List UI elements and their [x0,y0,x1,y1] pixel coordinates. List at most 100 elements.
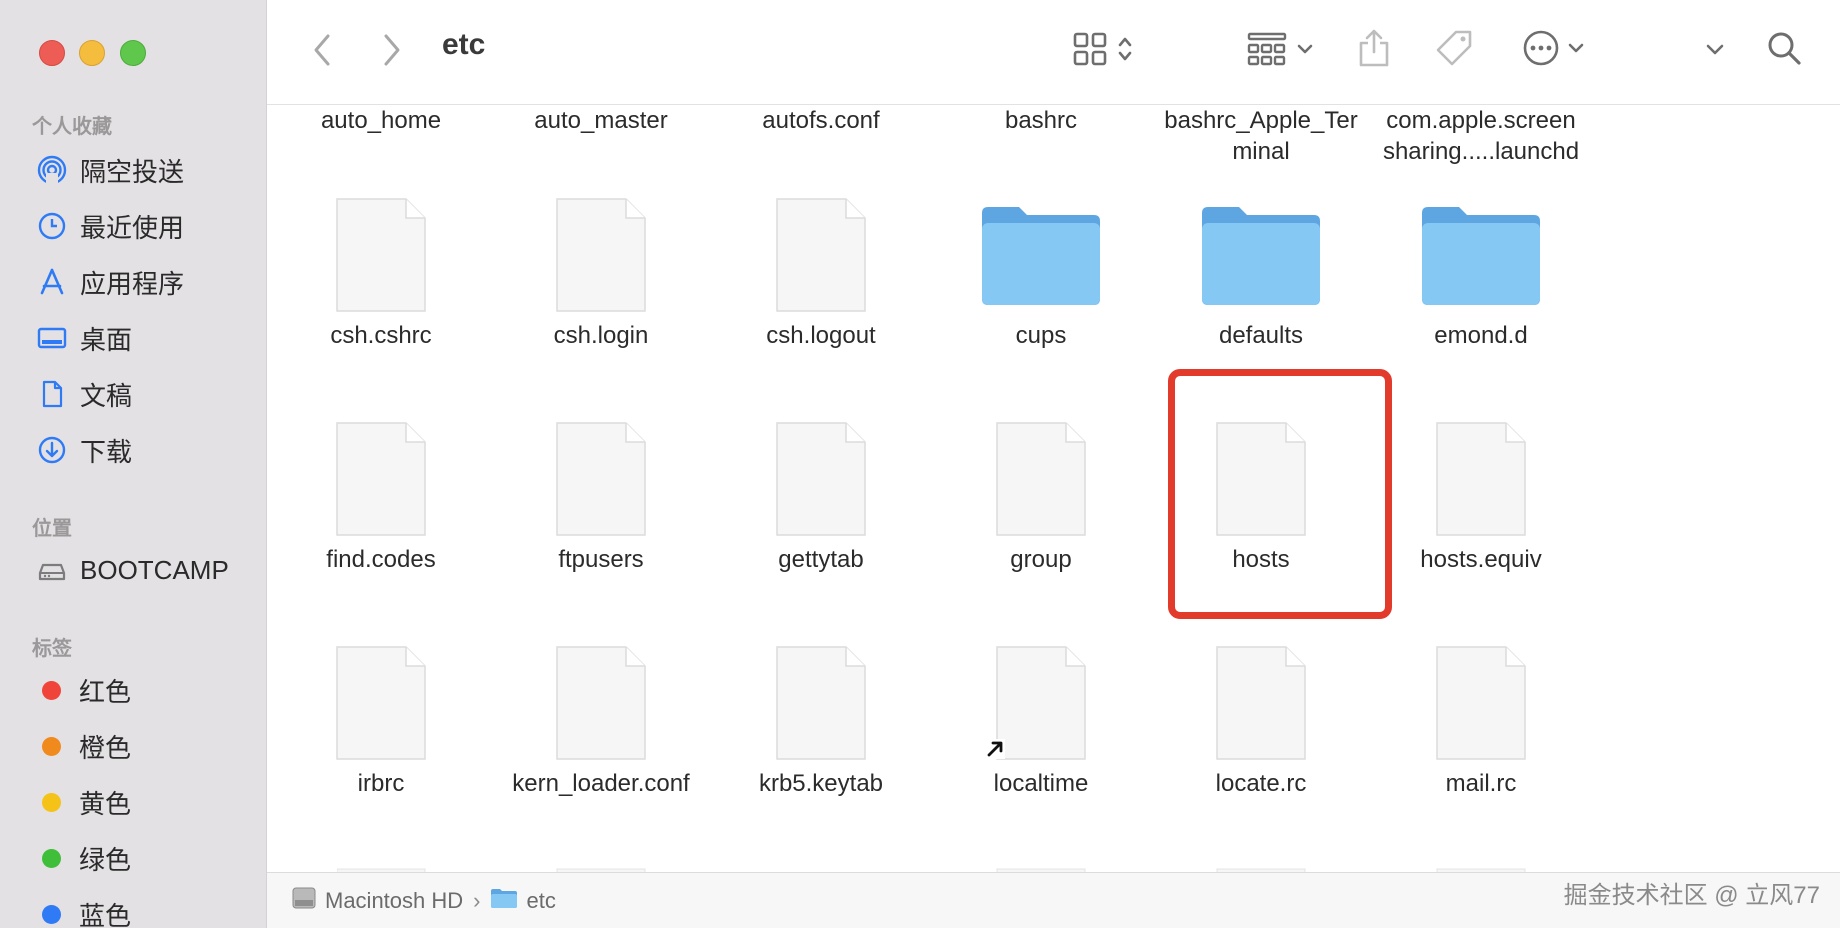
chevron-updown-icon [1117,34,1133,69]
group-grid-icon [1247,32,1287,71]
file-name: auto_master [534,107,668,134]
download-icon [36,434,68,466]
path-separator-chevron-icon: › [473,887,481,913]
file-item[interactable]: csh.cshrc [271,193,491,351]
hard-drive-icon [291,886,317,916]
sidebar-tag-blue[interactable]: 蓝色 [36,892,256,928]
file-name: ftpusers [558,546,644,573]
file-item[interactable]: com.apple.screen sharing.....launchd [1371,105,1591,167]
file-name: bashrc_Apple_Ter [1164,107,1358,134]
file-name: krb5.keytab [758,770,884,797]
file-name: mail.rc [1445,770,1517,797]
view-mode-button[interactable] [1068,30,1138,72]
document-file-icon [556,422,646,536]
tags-section-title: 标签 [32,638,72,660]
back-button[interactable] [307,32,337,72]
chevron-down-icon [1706,42,1724,60]
path-segment-etc[interactable]: etc [490,887,556,915]
folder-item[interactable]: cups [931,193,1151,351]
file-item[interactable]: gettytab [711,417,931,575]
file-item[interactable]: krb5.keytab [711,641,931,799]
file-item[interactable]: mail.rc [1371,641,1591,799]
folder-name: cups [1015,322,1067,349]
document-file-icon [1216,646,1306,760]
minimize-window-button[interactable] [79,40,105,66]
sidebar-tag-orange[interactable]: 橙色 [36,724,256,768]
file-name: auto_home [320,107,442,134]
folder-icon [982,207,1100,305]
file-item[interactable]: csh.login [491,193,711,351]
folder-item[interactable]: defaults [1151,193,1371,351]
orange-tag-dot-icon [42,736,61,756]
forward-button[interactable] [377,32,407,72]
file-item[interactable]: locate.rc [1151,641,1371,799]
sidebar-item-label: 橙色 [79,732,132,763]
toolbar [267,0,1840,105]
file-item[interactable]: bashrc [931,105,1151,136]
file-item[interactable]: auto_home [271,105,491,136]
file-item[interactable]: find.codes [271,417,491,575]
file-item[interactable]: csh.logout [711,193,931,351]
sidebar-tag-red[interactable]: 红色 [36,668,256,712]
sidebar-item-label: 文稿 [80,380,133,411]
toolbar-overflow-button[interactable] [1700,36,1730,66]
file-item[interactable]: kern_loader.conf [491,641,711,799]
locations-section-title: 位置 [32,518,72,540]
path-segment-label: etc [526,887,556,913]
sidebar-item-desktop[interactable]: 桌面 [36,316,256,360]
document-file-icon [1436,646,1526,760]
file-item[interactable]: autofs.conf [711,105,931,136]
more-actions-button[interactable] [1518,28,1588,72]
sidebar-item-documents[interactable]: 文稿 [36,372,256,416]
path-segment-label: Macintosh HD [325,887,464,913]
close-window-button[interactable] [39,40,65,66]
sidebar-item-label: 黄色 [79,788,132,819]
ellipsis-circle-icon [1522,29,1560,72]
folder-icon [1202,207,1320,305]
file-name: hosts.equiv [1420,546,1542,573]
share-button[interactable] [1354,28,1394,72]
sidebar-tag-green[interactable]: 绿色 [36,836,256,880]
sidebar-item-downloads[interactable]: 下载 [36,428,256,472]
document-file-icon [336,198,426,312]
document-file-icon [776,646,866,760]
path-segment-macintosh-hd[interactable]: Macintosh HD [291,886,463,916]
sidebar-item-applications[interactable]: 应用程序 [36,260,256,304]
chevron-down-icon [1297,42,1313,60]
folder-item[interactable]: emond.d [1371,193,1591,351]
tag-button[interactable] [1432,28,1476,72]
red-tag-dot-icon [42,680,61,700]
hosts-highlight-box [1168,369,1392,619]
alias-file-icon [985,646,1086,760]
blue-tag-dot-icon [42,904,61,924]
file-name: kern_loader.conf [512,770,690,797]
grid-view-icon [1073,32,1107,71]
sidebar-item-bootcamp[interactable]: BOOTCAMP [36,548,256,592]
zoom-window-button[interactable] [120,40,146,66]
sidebar-item-recents[interactable]: 最近使用 [36,204,256,248]
file-item[interactable]: group [931,417,1151,575]
sidebar-item-label: 隔空投送 [80,156,185,187]
tag-icon [1434,28,1474,73]
search-button[interactable] [1764,30,1804,70]
sidebar-item-label: 下载 [80,436,133,467]
sidebar-item-label: 绿色 [79,844,132,875]
file-item[interactable]: ftpusers [491,417,711,575]
document-icon [36,378,68,410]
document-file-icon [336,422,426,536]
sidebar-item-airdrop[interactable]: 隔空投送 [36,148,256,192]
finder-window: 个人收藏 隔空投送 最近使用 应用程序 桌面 文稿 下载 位置 BOOTCAMP… [0,0,1840,928]
file-item[interactable]: hosts.equiv [1371,417,1591,575]
alias-item[interactable]: localtime [931,641,1151,799]
file-item[interactable]: auto_master [491,105,711,136]
file-item[interactable]: irbrc [271,641,491,799]
chevron-left-icon [312,33,332,72]
file-item[interactable]: bashrc_Apple_Ter minal [1151,105,1371,167]
folder-icon [490,887,518,915]
file-name: csh.login [553,322,649,349]
sidebar-tag-yellow[interactable]: 黄色 [36,780,256,824]
group-by-button[interactable] [1240,30,1320,72]
yellow-tag-dot-icon [42,792,61,812]
window-title: etc [442,28,486,61]
watermark-text: 掘金技术社区 @ 立风77 [1563,882,1820,909]
